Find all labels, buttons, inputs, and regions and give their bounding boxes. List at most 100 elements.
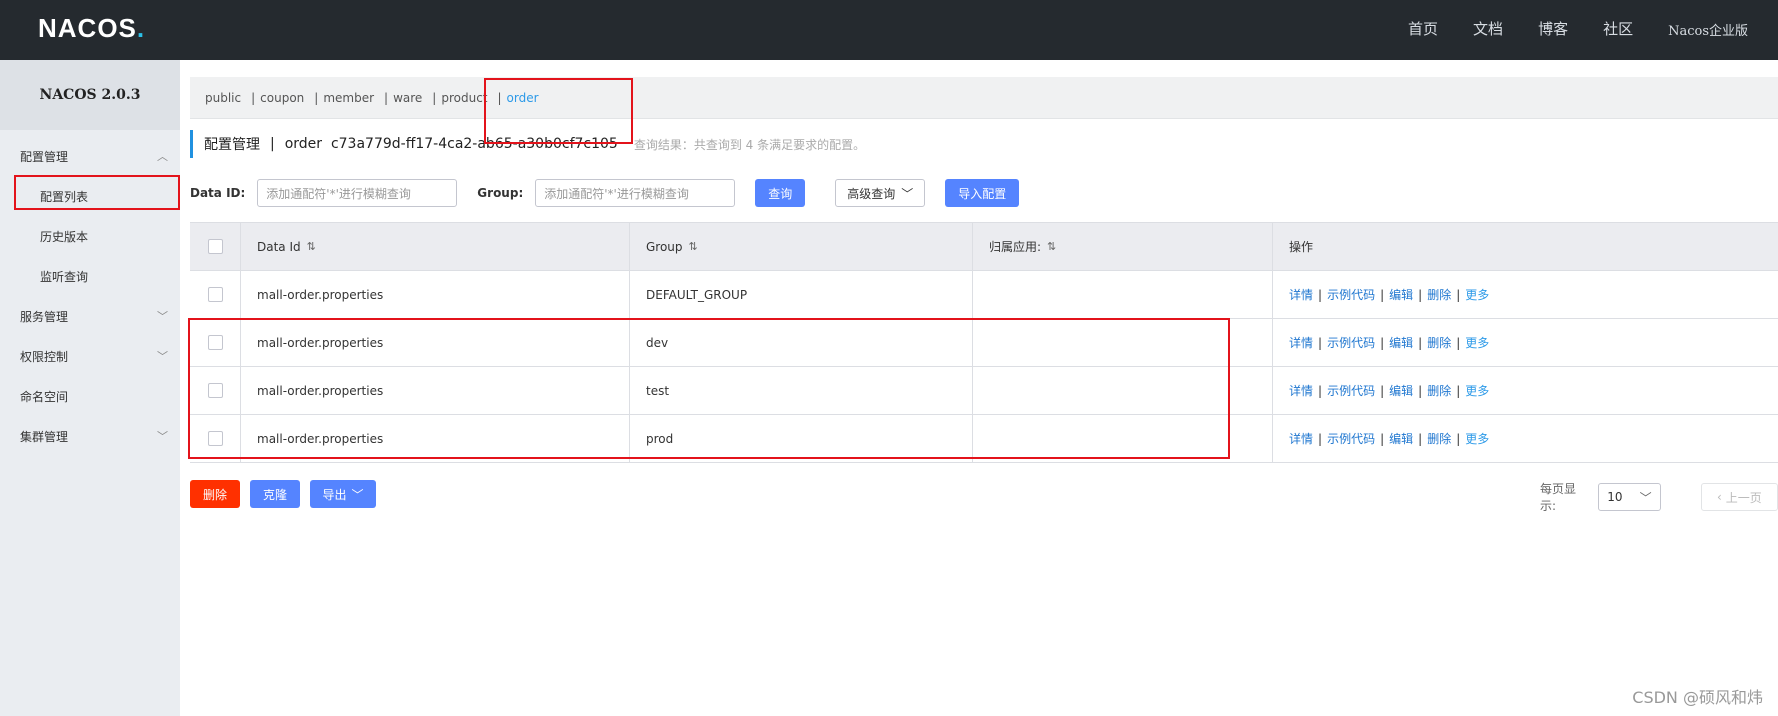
more-link[interactable]: 更多 (1465, 382, 1489, 399)
table-row: mall-order.properties dev 详情 | 示例代码 | 编辑 | … (190, 319, 1778, 367)
chevron-down-icon: ﹀ (157, 350, 168, 363)
cell-app (973, 271, 1273, 318)
detail-link[interactable]: 详情 (1289, 430, 1313, 447)
sort-icon[interactable]: ⇅ (689, 240, 698, 253)
select-all-checkbox[interactable] (207, 239, 223, 254)
bulk-actions: 删除 克隆 导出 ﹀ (190, 480, 376, 508)
config-table: Data Id ⇅ Group ⇅ 归属应用: ⇅ 操作 mall-order.pro… (190, 222, 1778, 463)
sample-code-link[interactable]: 示例代码 (1327, 286, 1375, 303)
cell-app (973, 415, 1273, 462)
bulk-delete-button[interactable]: 删除 (190, 480, 240, 508)
delete-link[interactable]: 删除 (1427, 286, 1451, 303)
more-link[interactable]: 更多 (1465, 334, 1489, 351)
delete-link[interactable]: 删除 (1427, 382, 1451, 399)
row-checkbox[interactable] (207, 431, 223, 446)
chevron-left-icon: ‹ (1716, 490, 1722, 504)
search-bar: Data ID: 添加通配符'*'进行模糊查询 Group: 添加通配符'*'进… (190, 179, 1020, 207)
detail-link[interactable]: 详情 (1289, 382, 1313, 399)
cell-data-id: mall-order.properties (241, 271, 630, 318)
clone-button[interactable]: 克隆 (250, 480, 300, 508)
namespace-bar: public | coupon | member | ware | produc… (190, 77, 1778, 119)
chevron-down-icon: ﹀ (157, 430, 168, 443)
chevron-down-icon: ﹀ (157, 310, 168, 323)
nav-community[interactable]: 社区 (1603, 18, 1633, 39)
nav-blog[interactable]: 博客 (1538, 18, 1568, 39)
table-row: mall-order.properties DEFAULT_GROUP 详情 | … (190, 271, 1778, 319)
detail-link[interactable]: 详情 (1289, 286, 1313, 303)
edit-link[interactable]: 编辑 (1389, 430, 1413, 447)
sample-code-link[interactable]: 示例代码 (1327, 382, 1375, 399)
pagination: 每页显示: 10 ﹀ ‹ 上一页 (1540, 480, 1778, 514)
cell-group: prod (630, 415, 973, 462)
namespace-order[interactable]: order (507, 91, 539, 105)
cell-data-id: mall-order.properties (241, 367, 630, 414)
query-result-text: 查询结果：共查询到 4 条满足要求的配置。 (633, 137, 866, 152)
chevron-down-icon: ﹀ (1639, 490, 1652, 505)
namespace-product[interactable]: product (441, 91, 487, 105)
chevron-up-icon: ︿ (157, 150, 168, 163)
sample-code-link[interactable]: 示例代码 (1327, 430, 1375, 447)
cell-data-id: mall-order.properties (241, 415, 630, 462)
group-input[interactable]: 添加通配符'*'进行模糊查询 (535, 179, 736, 207)
more-link[interactable]: 更多 (1465, 430, 1489, 447)
sample-code-link[interactable]: 示例代码 (1327, 334, 1375, 351)
cell-group: test (630, 367, 973, 414)
table-row: mall-order.properties prod 详情 | 示例代码 | 编辑 |… (190, 415, 1778, 463)
page-size-label: 每页显示: (1540, 482, 1577, 513)
page-size-select[interactable]: 10 ﹀ (1598, 483, 1661, 511)
edit-link[interactable]: 编辑 (1389, 334, 1413, 351)
detail-link[interactable]: 详情 (1289, 334, 1313, 351)
edit-link[interactable]: 编辑 (1389, 286, 1413, 303)
dataid-label: Data ID: (190, 186, 246, 200)
edit-link[interactable]: 编辑 (1389, 382, 1413, 399)
sidebar: NACOS 2.0.3 配置管理 ︿ 配置列表 历史版本 监听查询 服务管理 ﹀… (0, 60, 180, 716)
import-config-button[interactable]: 导入配置 (945, 179, 1020, 207)
advanced-query-button[interactable]: 高级查询 ﹀ (835, 179, 926, 207)
sidebar-item-service-management[interactable]: 服务管理 ﹀ (0, 296, 180, 336)
top-bar: NACOS. 首页 文档 博客 社区 Nacos企业版 (0, 0, 1778, 60)
prev-page-button[interactable]: ‹ 上一页 (1700, 483, 1778, 511)
delete-link[interactable]: 删除 (1427, 334, 1451, 351)
watermark: CSDN @硕风和炜 (1632, 688, 1763, 707)
nav-home[interactable]: 首页 (1408, 18, 1438, 39)
cell-app (973, 367, 1273, 414)
dataid-input[interactable]: 添加通配符'*'进行模糊查询 (257, 179, 458, 207)
cell-app (973, 319, 1273, 366)
more-link[interactable]: 更多 (1465, 286, 1489, 303)
namespace-ware[interactable]: ware (393, 91, 422, 105)
page-title: 配置管理 | order c73a779d-ff17-4ca2-ab65-a30… (190, 130, 865, 158)
table-row: mall-order.properties test 详情 | 示例代码 | 编辑 |… (190, 367, 1778, 415)
row-checkbox[interactable] (207, 287, 223, 302)
table-header: Data Id ⇅ Group ⇅ 归属应用: ⇅ 操作 (190, 223, 1778, 271)
sidebar-item-config-management[interactable]: 配置管理 ︿ (0, 136, 180, 176)
delete-link[interactable]: 删除 (1427, 430, 1451, 447)
nav-docs[interactable]: 文档 (1473, 18, 1503, 39)
nav-enterprise[interactable]: Nacos企业版 (1668, 20, 1748, 39)
cell-group: dev (630, 319, 973, 366)
sort-icon[interactable]: ⇅ (307, 240, 316, 253)
sidebar-item-namespace[interactable]: 命名空间 (0, 376, 180, 416)
sidebar-item-cluster-management[interactable]: 集群管理 ﹀ (0, 416, 180, 456)
chevron-down-icon: ﹀ (351, 487, 364, 502)
namespace-public[interactable]: public (205, 91, 241, 105)
cell-group: DEFAULT_GROUP (630, 271, 973, 318)
sidebar-item-config-list[interactable]: 配置列表 (0, 176, 180, 216)
namespace-info: order c73a779d-ff17-4ca2-ab65-a30b0cf7c1… (284, 136, 618, 152)
row-checkbox[interactable] (207, 335, 223, 350)
namespace-member[interactable]: member (323, 91, 374, 105)
version-title: NACOS 2.0.3 (0, 60, 180, 130)
row-actions: 详情 | 示例代码 | 编辑 | 删除 | 更多 (1289, 430, 1490, 447)
sidebar-item-history[interactable]: 历史版本 (0, 216, 180, 256)
group-label: Group: (477, 186, 524, 200)
nacos-logo[interactable]: NACOS. (38, 13, 145, 44)
export-button[interactable]: 导出 ﹀ (310, 480, 376, 508)
namespace-coupon[interactable]: coupon (260, 91, 304, 105)
top-nav: 首页 文档 博客 社区 Nacos企业版 (1408, 18, 1778, 39)
sidebar-item-access-control[interactable]: 权限控制 ﹀ (0, 336, 180, 376)
sort-icon[interactable]: ⇅ (1047, 240, 1056, 253)
sidebar-item-listener-query[interactable]: 监听查询 (0, 256, 180, 296)
row-actions: 详情 | 示例代码 | 编辑 | 删除 | 更多 (1289, 334, 1490, 351)
row-checkbox[interactable] (207, 383, 223, 398)
query-button[interactable]: 查询 (755, 179, 806, 207)
cell-data-id: mall-order.properties (241, 319, 630, 366)
